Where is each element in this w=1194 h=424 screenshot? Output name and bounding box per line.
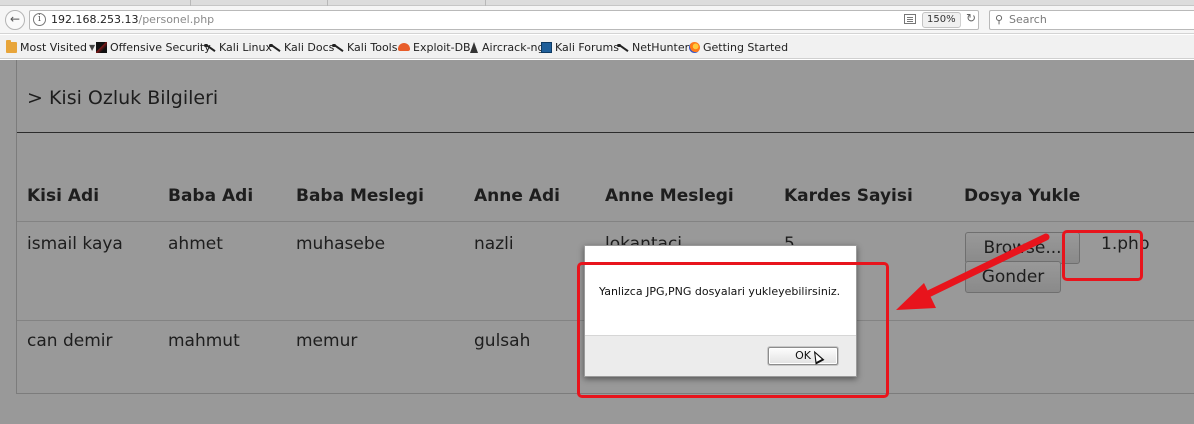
annotation-arrow-shaft xyxy=(916,233,1050,302)
annotation-arrow xyxy=(896,233,1050,310)
annotation-arrow-head xyxy=(896,283,936,310)
